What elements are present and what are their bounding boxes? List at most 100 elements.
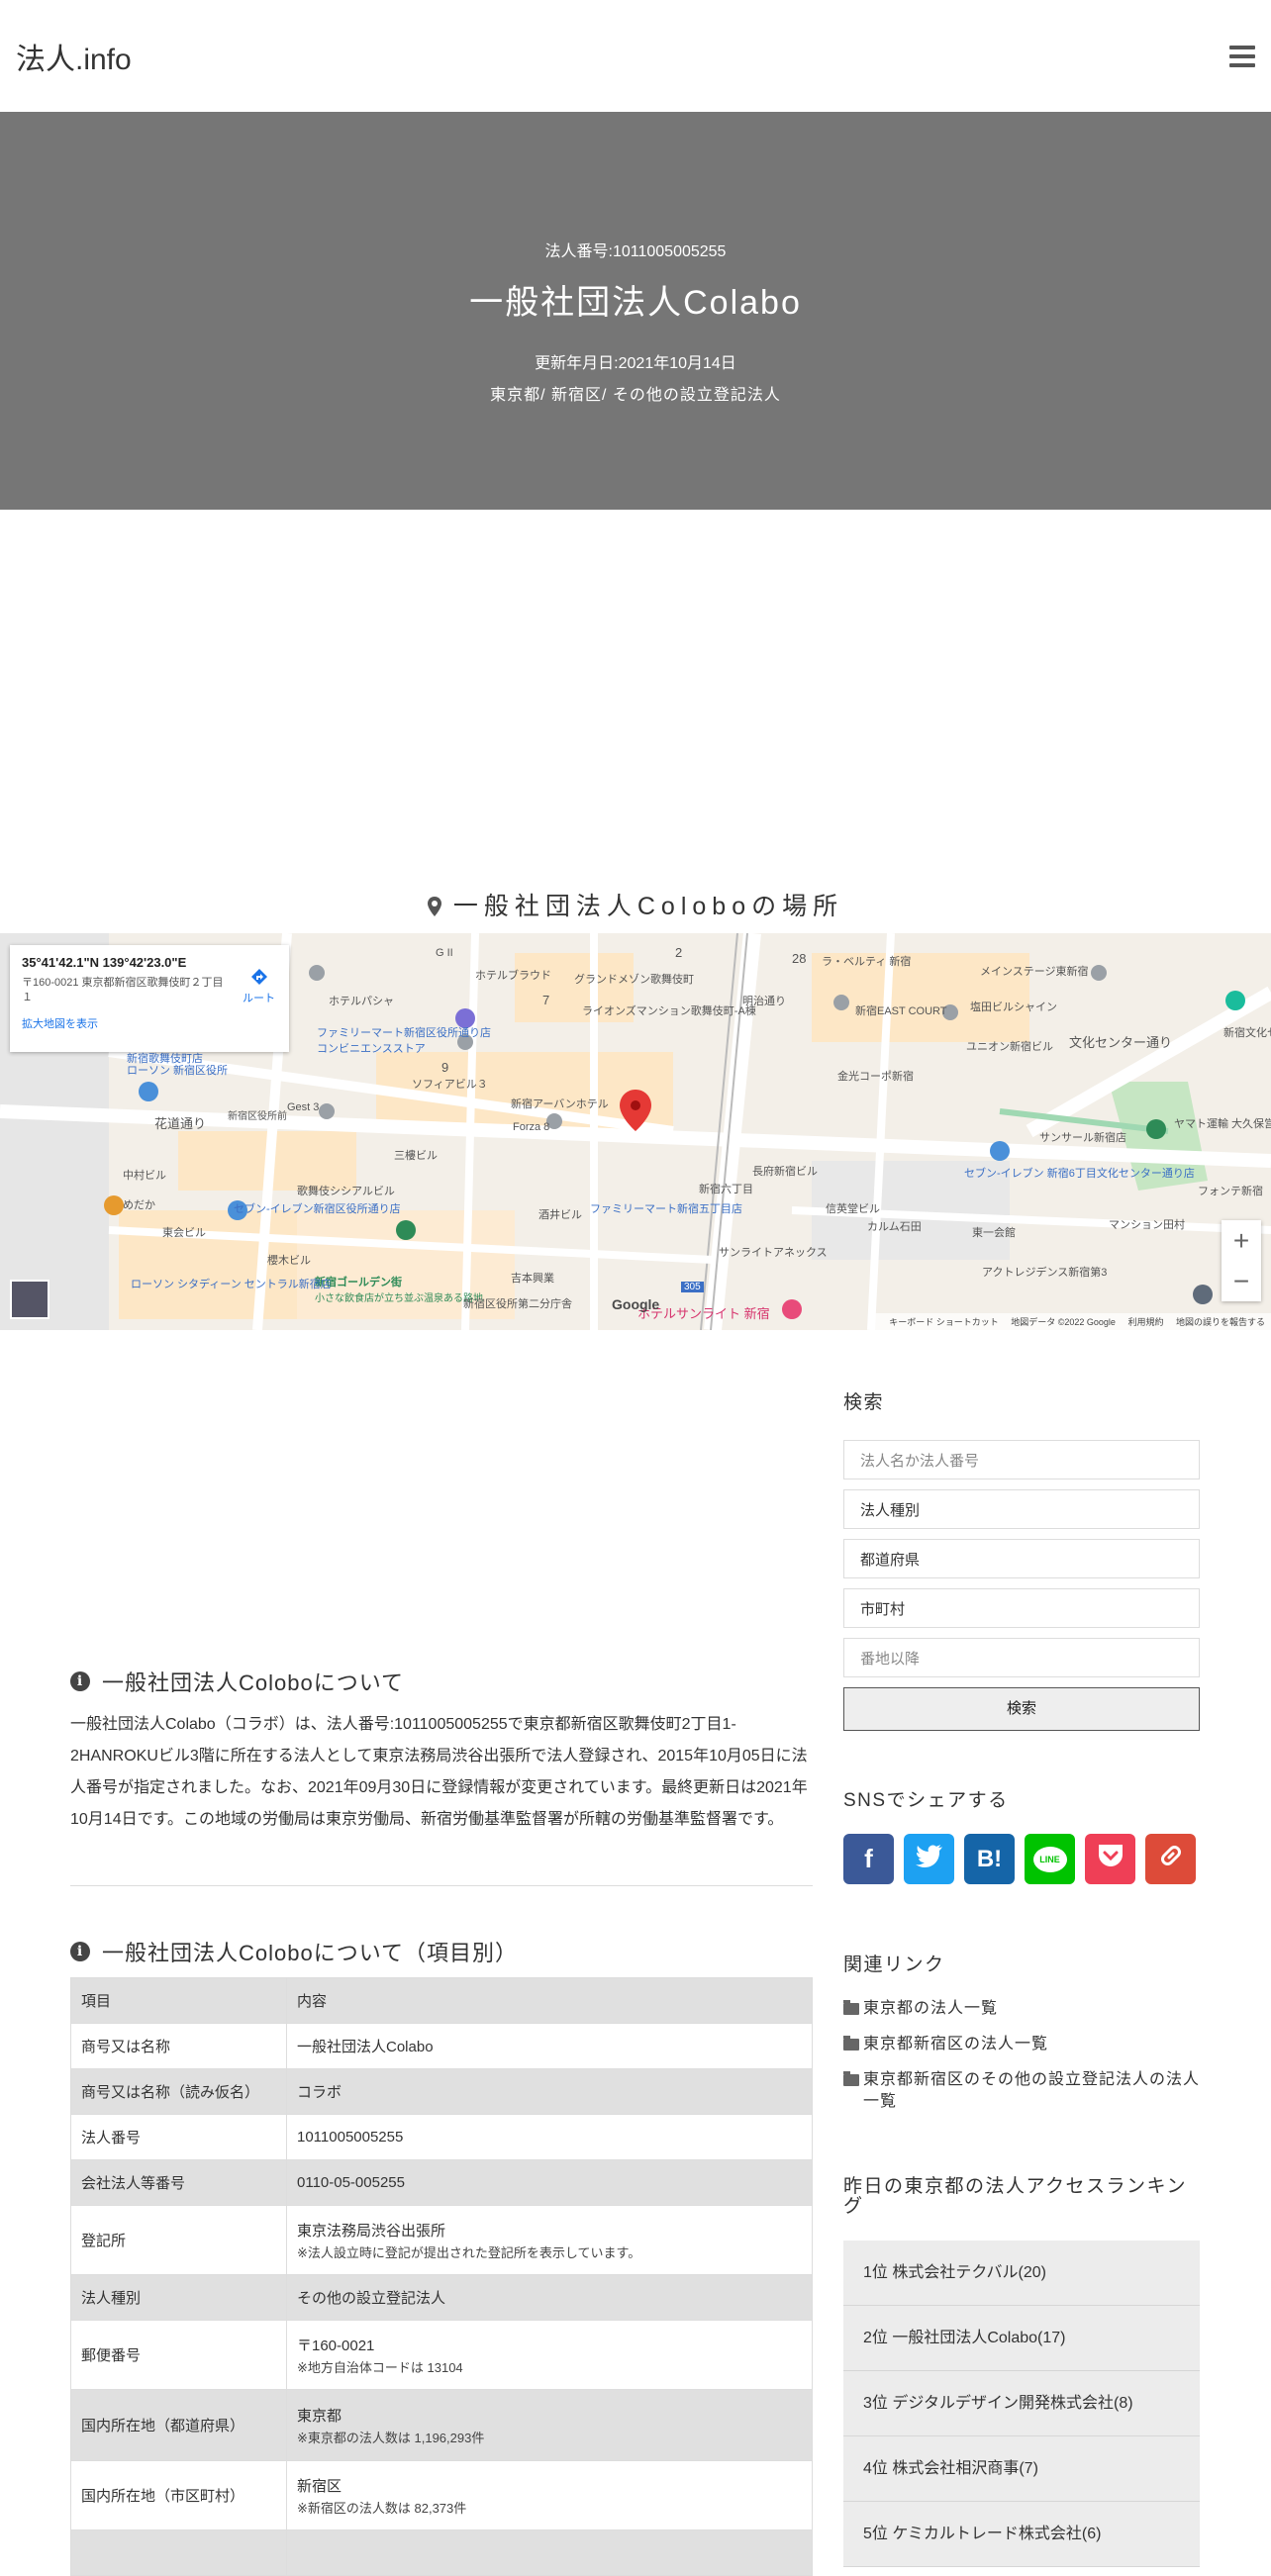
map-label: カルム石田	[867, 1221, 922, 1233]
ranking-item[interactable]: 3位 デジタルデザイン開発株式会社(8)	[843, 2371, 1200, 2436]
map-label: 吉本興業	[511, 1273, 554, 1285]
name-search-input[interactable]: 法人名か法人番号	[843, 1440, 1200, 1479]
share-widget: SNSでシェアする f B! LINE	[843, 1785, 1200, 1884]
map-coordinates: 35°41'42.1"N 139°42'23.0"E	[22, 955, 187, 970]
map-label: 三樓ビル	[394, 1150, 438, 1162]
table-key: 登記所	[70, 2205, 287, 2275]
updated-date: 更新年月日:2021年10月14日	[535, 355, 736, 372]
table-row: 商号又は名称（読み仮名） コラボ	[70, 2068, 813, 2115]
table-value: 東京法務局渋谷出張所 ※法人設立時に登記が提出された登記所を表示しています。	[286, 2205, 813, 2275]
directions-icon	[250, 969, 267, 985]
terms-link[interactable]: 利用規約	[1127, 1317, 1163, 1327]
table-row: 法人番号 1011005005255	[70, 2114, 813, 2160]
table-value: 0110-05-005255	[286, 2159, 813, 2206]
map-label: 文化センター通り	[1069, 1035, 1173, 1050]
map-label: ユニオン新宿ビル	[966, 1041, 1053, 1053]
address-input[interactable]: 番地以降	[843, 1638, 1200, 1677]
map-label: 新宿アーバンホテル	[511, 1098, 609, 1110]
table-key: 法人種別	[70, 2274, 287, 2321]
detail-heading: i 一般社団法人Coloboについて（項目別）	[70, 1936, 813, 1967]
ranking-list: 1位 株式会社テクバル(20) 2位 一般社団法人Colabo(17) 3位 デ…	[843, 2241, 1200, 2567]
search-heading: 検索	[843, 1392, 885, 1413]
map-data-credit: 地図データ ©2022 Google	[1011, 1317, 1116, 1327]
map-label: アクトレジデンス新宿第3	[982, 1267, 1108, 1279]
map-number: 305	[681, 1282, 704, 1292]
map-label: 東一会館	[972, 1227, 1016, 1239]
larger-map-link[interactable]: 拡大地図を表示	[22, 1015, 277, 1031]
map-label: ヤマト運輸 大久保営業所(新宿5丁	[1174, 1118, 1271, 1130]
hatena-share-button[interactable]: B!	[964, 1834, 1015, 1884]
breadcrumb[interactable]: 東京都/ 新宿区/ その他の設立登記法人	[0, 381, 1271, 405]
map-label: コンビニエンスストア	[317, 1043, 426, 1055]
info-icon: i	[70, 1942, 90, 1961]
table-value: その他の設立登記法人	[286, 2274, 813, 2321]
pocket-share-button[interactable]	[1085, 1834, 1135, 1884]
map-label: グランドメゾン歌舞伎町	[574, 974, 694, 986]
table-value: 一般社団法人Colabo	[286, 2023, 813, 2069]
ranking-item[interactable]: 1位 株式会社テクバル(20)	[843, 2241, 1200, 2306]
detail-table: 項目 内容 商号又は名称 一般社団法人Colabo 商号又は名称（読み仮名） コ…	[70, 1977, 813, 2576]
ranking-item[interactable]: 4位 株式会社相沢商事(7)	[843, 2436, 1200, 2502]
detail-section: i 一般社団法人Coloboについて（項目別） 項目 内容 商号又は名称 一般社…	[70, 1936, 813, 2576]
map-label: 信英堂ビル	[826, 1203, 880, 1215]
keyboard-shortcuts-link[interactable]: キーボード ショートカット	[889, 1317, 999, 1327]
map-layer-toggle[interactable]	[10, 1280, 49, 1319]
map-label: 長府新宿ビル	[752, 1166, 818, 1178]
ranking-item[interactable]: 5位 ケミカルトレード株式会社(6)	[843, 2502, 1200, 2567]
table-value: 新宿区 ※新宿区の法人数は 82,373件	[286, 2460, 813, 2530]
table-row: 項目 内容	[70, 1977, 813, 2024]
related-link[interactable]: 東京都新宿区の法人一覧	[843, 2034, 1200, 2055]
city-select[interactable]: 市町村	[843, 1588, 1200, 1628]
site-header: 法人.info	[0, 0, 1271, 112]
map-label: 花道通り	[154, 1116, 207, 1131]
table-value: 東京都 ※東京都の法人数は 1,196,293件	[286, 2389, 813, 2461]
map-label: Gest 3	[287, 1101, 320, 1113]
folder-icon	[843, 2036, 859, 2051]
table-key: 商号又は名称（読み仮名）	[70, 2068, 287, 2115]
map-footer: キーボード ショートカット 地図データ ©2022 Google 利用規約 地図…	[873, 1313, 1271, 1330]
corporate-type-select[interactable]: 法人種別	[843, 1489, 1200, 1529]
map-label: 明治通り	[742, 996, 786, 1007]
map-label: 東会ビル	[162, 1227, 206, 1239]
table-row: 国内所在地（都道府県） 東京都 ※東京都の法人数は 1,196,293件	[70, 2389, 813, 2461]
route-button[interactable]: ルート	[243, 967, 275, 1005]
map-label: めだか	[123, 1199, 155, 1211]
search-button[interactable]: 検索	[843, 1687, 1200, 1731]
table-row	[70, 2529, 813, 2576]
table-row: 会社法人等番号 0110-05-005255	[70, 2159, 813, 2206]
corporate-number: 法人番号:1011005005255	[544, 243, 727, 260]
hamburger-menu-icon[interactable]	[1229, 45, 1255, 67]
map-address: 〒160-0021 東京都新宿区歌舞伎町２丁目１	[22, 977, 224, 1003]
ranking-item[interactable]: 2位 一般社団法人Colabo(17)	[843, 2306, 1200, 2371]
facebook-share-button[interactable]: f	[843, 1834, 894, 1884]
twitter-share-button[interactable]	[904, 1834, 954, 1884]
zoom-in-button[interactable]: +	[1233, 1220, 1249, 1261]
report-error-link[interactable]: 地図の誤りを報告する	[1176, 1317, 1265, 1327]
table-key: 法人番号	[70, 2114, 287, 2160]
table-note: ※法人設立時に登記が提出された登記所を表示しています。	[297, 2244, 641, 2260]
map-label: 中村ビル	[123, 1170, 166, 1182]
map-label: 金光コーポ新宿	[837, 1071, 914, 1083]
info-icon: i	[70, 1671, 90, 1691]
table-note: ※新宿区の法人数は 82,373件	[297, 2500, 467, 2516]
related-link[interactable]: 東京都の法人一覧	[843, 1998, 1200, 2020]
table-key: 郵便番号	[70, 2320, 287, 2390]
share-buttons: f B! LINE	[843, 1834, 1200, 1884]
zoom-out-button[interactable]: −	[1233, 1261, 1249, 1301]
map-label: 歌舞伎シシアルビル	[297, 1186, 395, 1197]
prefecture-select[interactable]: 都道府県	[843, 1539, 1200, 1578]
zoom-controls: + −	[1222, 1220, 1261, 1301]
site-logo[interactable]: 法人.info	[16, 35, 132, 78]
table-key: 会社法人等番号	[70, 2159, 287, 2206]
map-label: セブン-イレブン新宿区役所通り店	[234, 1203, 401, 1215]
related-link[interactable]: 東京都新宿区のその他の設立登記法人の法人一覧	[843, 2069, 1200, 2113]
line-share-button[interactable]: LINE	[1025, 1834, 1075, 1884]
map-label: ローソン 新宿区役所	[127, 1065, 229, 1077]
table-header-value: 内容	[286, 1977, 813, 2024]
line-icon: LINE	[1032, 1846, 1067, 1872]
folder-icon	[843, 2071, 859, 2086]
embedded-map[interactable]: ホテルブラウド グランドメゾン歌舞伎町 ライオンズマンション歌舞伎町-A棟 ファ…	[0, 933, 1271, 1330]
copy-link-button[interactable]	[1145, 1834, 1196, 1884]
share-heading: SNSでシェアする	[843, 1790, 1009, 1811]
pocket-icon	[1097, 1843, 1124, 1875]
